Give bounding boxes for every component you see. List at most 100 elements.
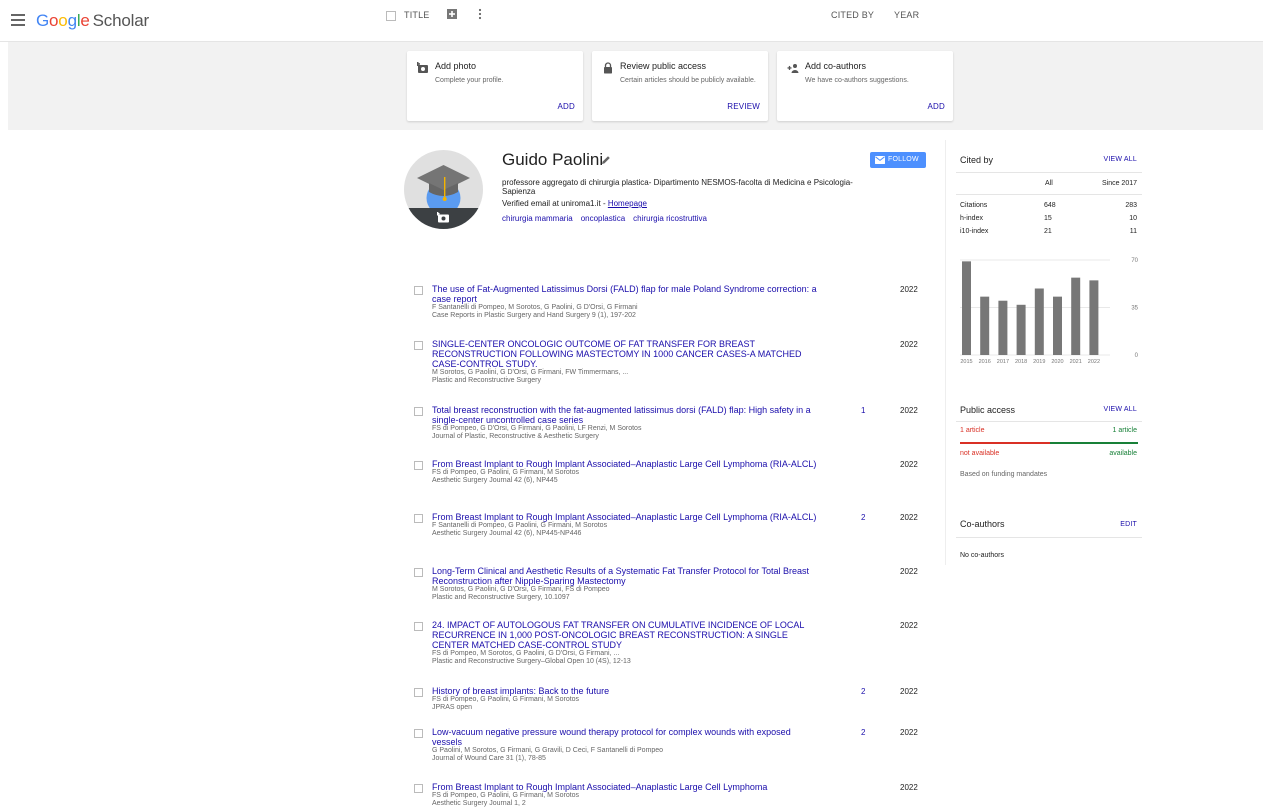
bar-2015[interactable]	[962, 261, 971, 355]
add-person-icon	[787, 64, 799, 73]
cited-by-title: Cited by	[960, 155, 994, 165]
card-description: Complete your profile.	[435, 77, 504, 84]
logo-letter: o	[49, 11, 59, 30]
x-tick-label: 2019	[1033, 359, 1045, 365]
select-all-checkbox[interactable]	[386, 11, 396, 21]
logo-letter: e	[80, 11, 90, 30]
sort-by-cited[interactable]: CITED BY	[831, 10, 874, 20]
citations-chart: 70 35 0 2015 2016 2017 2018 2019 2020 2021 2022	[960, 258, 1139, 365]
sort-by-title[interactable]: TITLE	[404, 10, 430, 20]
avatar[interactable]	[404, 150, 483, 229]
metric-all: 21	[1044, 228, 1052, 235]
article-title-link[interactable]: From Breast Implant to Rough Implant Ass…	[432, 782, 818, 792]
article-year: 2022	[900, 783, 918, 792]
google-scholar-logo[interactable]: Google Scholar	[36, 11, 149, 31]
metric-label: Citations	[960, 202, 988, 209]
article-authors: FS di Pompeo, G Paolini, G Firmani, M So…	[432, 792, 580, 799]
article-title-link[interactable]: History of breast implants: Back to the …	[432, 686, 818, 696]
card-description: We have co-authors suggestions.	[805, 77, 909, 84]
article-title-link[interactable]: From Breast Implant to Rough Implant Ass…	[432, 459, 818, 469]
bar-2018[interactable]	[1016, 304, 1026, 355]
card-add-coauthors: Add co-authors We have co-authors sugges…	[777, 51, 953, 121]
x-tick-label: 2022	[1088, 359, 1100, 365]
add-article-icon[interactable]	[446, 8, 458, 20]
article-authors: G Paolini, M Sorotos, G Firmani, G Gravi…	[432, 747, 664, 754]
edit-coauthors-button[interactable]: EDIT	[1120, 521, 1137, 528]
interest-link[interactable]: chirurgia mammaria	[502, 214, 573, 223]
article-cited-by-count[interactable]: 2	[861, 728, 865, 737]
article-year: 2022	[900, 406, 918, 415]
bar-2020[interactable]	[1053, 296, 1062, 355]
article-cited-by-count[interactable]: 2	[861, 513, 865, 522]
column-all: All	[1045, 180, 1053, 187]
article-cited-by-count[interactable]: 1	[861, 406, 865, 415]
x-tick-label: 2018	[1015, 359, 1027, 365]
x-tick-label: 2021	[1070, 359, 1082, 365]
article-checkbox[interactable]	[414, 341, 423, 350]
article-title-link[interactable]: Total breast reconstruction with the fat…	[432, 405, 818, 425]
interest-link[interactable]: chirurgia ricostruttiva	[633, 214, 707, 223]
article-venue: JPRAS open	[432, 704, 473, 711]
not-available-count[interactable]: 1 article	[960, 427, 985, 434]
article-authors: M Sorotos, G Paolini, G D'Orsi, G Firman…	[432, 369, 629, 376]
public-access-view-all[interactable]: VIEW ALL	[1103, 406, 1137, 413]
available-count[interactable]: 1 article	[1112, 427, 1137, 434]
divider	[956, 537, 1142, 538]
article-title-link[interactable]: 24. IMPACT OF AUTOLOGOUS FAT TRANSFER ON…	[432, 620, 818, 650]
article-checkbox[interactable]	[414, 688, 423, 697]
article-checkbox[interactable]	[414, 568, 423, 577]
bar-2022[interactable]	[1089, 280, 1099, 355]
article-year: 2022	[900, 687, 918, 696]
profile-name: Guido Paolini	[502, 150, 604, 169]
available-bar	[1050, 442, 1138, 444]
article-title-link[interactable]: The use of Fat-Augmented Latissimus Dors…	[432, 284, 818, 304]
bar-2017[interactable]	[998, 300, 1008, 355]
add-photo-button[interactable]: ADD	[558, 102, 576, 111]
verified-email: Verified email at uniroma1.it - Homepage	[502, 199, 647, 208]
more-vert-icon[interactable]	[478, 8, 482, 20]
x-tick-label: 2015	[960, 359, 972, 365]
article-venue: Plastic and Reconstructive Surgery, 10.1…	[432, 594, 570, 601]
bar-2019[interactable]	[1034, 288, 1044, 356]
article-authors: FS di Pompeo, G Paolini, G Firmani, M So…	[432, 696, 580, 703]
article-checkbox[interactable]	[414, 407, 423, 416]
add-coauthors-button[interactable]: ADD	[928, 102, 946, 111]
menu-icon[interactable]	[11, 14, 25, 26]
column-since: Since 2017	[1101, 180, 1137, 187]
homepage-link[interactable]: Homepage	[608, 199, 647, 208]
bar-2021[interactable]	[1071, 277, 1081, 355]
article-checkbox[interactable]	[414, 514, 423, 523]
review-button[interactable]: REVIEW	[727, 102, 760, 111]
article-checkbox[interactable]	[414, 729, 423, 738]
available-label: available	[1109, 450, 1137, 457]
bar-2016[interactable]	[980, 296, 990, 355]
research-interests: chirurgia mammaria oncoplastica chirurgia …	[502, 214, 715, 223]
edit-pencil-icon[interactable]	[601, 155, 611, 165]
interest-link[interactable]: oncoplastica	[581, 214, 625, 223]
sort-by-year[interactable]: YEAR	[894, 10, 919, 20]
cited-by-view-all[interactable]: VIEW ALL	[1103, 156, 1137, 163]
article-year: 2022	[900, 460, 918, 469]
article-year: 2022	[900, 513, 918, 522]
email-text: Verified email at uniroma1.it -	[502, 199, 608, 208]
article-title-link[interactable]: SINGLE-CENTER ONCOLOGIC OUTCOME OF FAT T…	[432, 339, 818, 369]
article-title-link[interactable]: Long-Term Clinical and Aesthetic Results…	[432, 566, 818, 586]
add-photo-icon	[417, 62, 428, 73]
article-checkbox[interactable]	[414, 784, 423, 793]
card-title: Add photo	[435, 61, 477, 71]
article-checkbox[interactable]	[414, 461, 423, 470]
card-title: Add co-authors	[805, 61, 867, 71]
divider	[956, 172, 1142, 173]
card-add-photo: Add photo Complete your profile. ADD	[407, 51, 583, 121]
logo-letter: o	[58, 11, 68, 30]
article-cited-by-count[interactable]: 2	[861, 687, 865, 696]
article-checkbox[interactable]	[414, 622, 423, 631]
metric-label: h-index	[960, 215, 983, 222]
follow-button[interactable]: FOLLOW	[870, 152, 926, 168]
article-title-link[interactable]: From Breast Implant to Rough Implant Ass…	[432, 512, 818, 522]
card-description: Certain articles should be publicly avai…	[620, 77, 756, 84]
x-tick-label: 2020	[1051, 359, 1063, 365]
article-checkbox[interactable]	[414, 286, 423, 295]
article-title-link[interactable]: Low-vacuum negative pressure wound thera…	[432, 727, 818, 747]
metric-label: i10-index	[960, 228, 989, 235]
